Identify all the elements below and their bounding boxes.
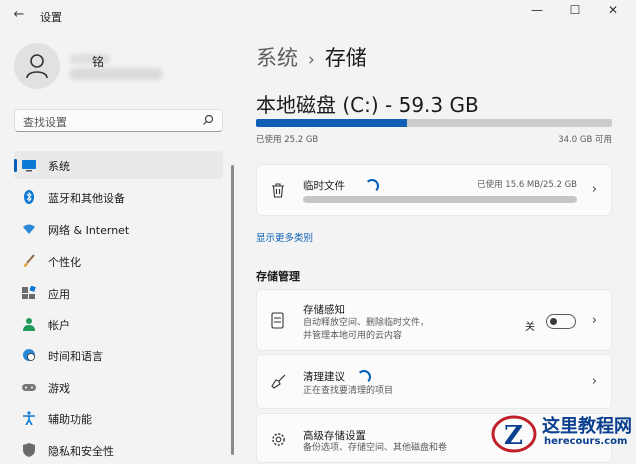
advanced-storage-desc: 备份选项、存储空间、其他磁盘和卷 (303, 443, 448, 453)
brush-icon (24, 254, 35, 267)
disk-title: 本地磁盘 (C:) - 59.3 GB (256, 93, 479, 117)
chevron-right-icon: › (591, 182, 597, 197)
sidebar-item-label: 系统 (48, 160, 70, 173)
sidebar-item-label: 帐户 (48, 319, 70, 332)
sidebar-scrollbar[interactable] (231, 165, 234, 455)
sidebar-item-system[interactable]: 系统 (14, 151, 223, 179)
sidebar-item-label: 辅助功能 (48, 413, 92, 426)
disk-usage-bar (256, 119, 612, 127)
temp-files-bar (303, 196, 577, 203)
avatar[interactable] (14, 43, 60, 89)
user-name: 铭 (92, 55, 105, 69)
sidebar-item-apps[interactable]: 应用 (14, 279, 223, 307)
trash-icon (272, 183, 284, 198)
person-icon (26, 54, 48, 79)
storage-sense-card[interactable]: 存储感知 自动释放空间、删除临时文件， 并管理本地可用的云内容 关 › (256, 289, 612, 351)
shield-icon (23, 443, 35, 457)
search-input[interactable]: 查找设置 (14, 109, 223, 132)
watermark-url: herecours.com (544, 436, 628, 447)
temp-files-card[interactable]: 临时文件 已使用 15.6 MB/25.2 GB › (256, 164, 612, 216)
cleanup-desc: 正在查找要清理的项目 (303, 386, 394, 396)
sidebar-item-accounts[interactable]: 帐户 (14, 310, 223, 338)
monitor-icon (22, 160, 36, 172)
toggle-knob (550, 318, 557, 325)
show-more-link[interactable]: 显示更多类别 (256, 230, 313, 244)
disk-available-label: 34.0 GB 可用 (558, 135, 612, 145)
temp-files-used: 已使用 15.6 MB/25.2 GB (477, 180, 577, 190)
cleanup-recommendations-card[interactable]: 清理建议 正在查找要清理的项目 › (256, 354, 612, 409)
search-placeholder: 查找设置 (23, 116, 67, 129)
gear-icon (272, 433, 285, 446)
wifi-icon (23, 224, 35, 234)
storage-sense-desc2: 并管理本地可用的云内容 (303, 331, 403, 341)
cleanup-title: 清理建议 (303, 371, 345, 383)
redacted-email (70, 68, 162, 80)
storage-sense-toggle-label: 关 (525, 322, 535, 333)
minimize-icon[interactable]: — (520, 0, 554, 22)
storage-sense-toggle[interactable] (546, 314, 576, 329)
search-icon (203, 114, 214, 125)
breadcrumb-parent[interactable]: 系统 (256, 46, 298, 70)
apps-icon (22, 286, 36, 299)
watermark-logo: Z 这里教程网 herecours.com (490, 410, 636, 456)
storage-sense-desc1: 自动释放空间、删除临时文件， (303, 318, 430, 328)
sidebar-item-label: 游戏 (48, 382, 70, 395)
watermark-text: 这里教程网 (542, 416, 632, 437)
sidebar-item-label: 网络 & Internet (48, 224, 130, 237)
breadcrumb: 系统 › 存储 (256, 42, 367, 72)
storage-sense-title: 存储感知 (303, 304, 345, 316)
disk-used-label: 已使用 25.2 GB (256, 135, 319, 145)
app-title: 设置 (40, 11, 62, 24)
sidebar-item-label: 应用 (48, 288, 70, 301)
chevron-right-icon: › (591, 374, 597, 389)
svg-text:Z: Z (504, 421, 523, 451)
active-indicator (14, 159, 17, 172)
person-icon (23, 318, 35, 331)
sidebar-item-bluetooth[interactable]: 蓝牙和其他设备 (14, 183, 223, 211)
bluetooth-icon (24, 190, 34, 204)
breadcrumb-separator: › (308, 50, 315, 70)
close-icon[interactable]: ✕ (596, 0, 630, 22)
sidebar-item-personalization[interactable]: 个性化 (14, 247, 223, 275)
sidebar-item-time-language[interactable]: 时间和语言 (14, 341, 223, 369)
chevron-right-icon: › (591, 313, 597, 328)
sidebar-item-accessibility[interactable]: 辅助功能 (14, 404, 223, 432)
accessibility-icon (23, 411, 35, 425)
sidebar-item-network[interactable]: 网络 & Internet (14, 215, 223, 243)
temp-files-title: 临时文件 (303, 180, 345, 192)
storage-drive-icon (271, 312, 284, 329)
sidebar-item-label: 个性化 (48, 256, 81, 269)
back-arrow-icon[interactable]: ← (10, 6, 28, 24)
sidebar-item-privacy[interactable]: 隐私和安全性 (14, 436, 223, 464)
loading-spinner-icon (357, 370, 371, 384)
storage-management-heading: 存储管理 (256, 270, 300, 283)
loading-spinner-icon (365, 179, 379, 193)
disk-usage-fill (256, 119, 408, 127)
watermark-emblem-icon: Z (491, 415, 537, 453)
advanced-storage-title: 高级存储设置 (303, 430, 366, 442)
globe-clock-icon (23, 349, 35, 361)
sidebar-item-label: 蓝牙和其他设备 (48, 192, 125, 205)
broom-icon (271, 374, 286, 389)
title-bar: ← 设置 — ☐ ✕ (0, 0, 636, 32)
sidebar-item-label: 隐私和安全性 (48, 445, 114, 458)
sidebar-item-gaming[interactable]: 游戏 (14, 373, 223, 401)
maximize-icon[interactable]: ☐ (558, 0, 592, 22)
page-title: 存储 (324, 46, 367, 70)
gamepad-icon (22, 384, 36, 391)
sidebar-item-label: 时间和语言 (48, 350, 103, 363)
